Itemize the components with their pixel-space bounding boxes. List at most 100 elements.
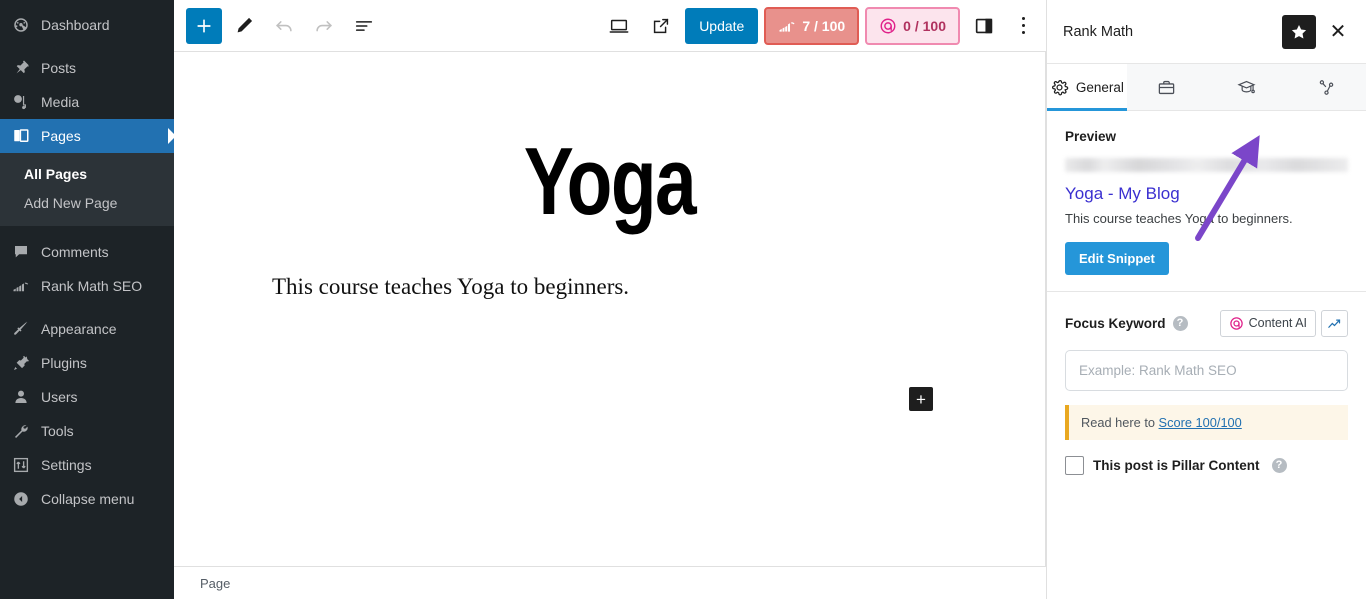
edit-snippet-button[interactable]: Edit Snippet — [1065, 241, 1169, 275]
wp-admin-sidebar: Dashboard Posts Media Pages All Pages Ad… — [0, 0, 174, 599]
editor-canvas[interactable]: Yoga This course teaches Yoga to beginne… — [174, 52, 1046, 566]
tab-schema[interactable] — [1207, 64, 1287, 110]
pages-icon — [11, 126, 31, 146]
pillar-content-row: This post is Pillar Content ? — [1065, 455, 1348, 475]
content-ai-score-badge[interactable]: 0 / 100 — [865, 6, 960, 45]
help-icon[interactable]: ? — [1172, 315, 1188, 331]
sidebar-item-comments[interactable]: Comments — [0, 235, 174, 269]
sidebar-item-media[interactable]: Media — [0, 85, 174, 119]
sidebar-item-posts[interactable]: Posts — [0, 51, 174, 85]
comment-icon — [11, 242, 31, 262]
breadcrumb[interactable]: Page — [200, 576, 230, 591]
sidebar-toggle-icon[interactable] — [966, 8, 1002, 44]
sidebar-item-label: Comments — [41, 244, 109, 260]
sidebar-item-appearance[interactable]: Appearance — [0, 312, 174, 346]
toolbar-left-group — [186, 7, 382, 44]
rank-math-icon — [778, 17, 796, 35]
seo-score-badge[interactable]: 7 / 100 — [764, 6, 860, 45]
submenu-item-add-new-page[interactable]: Add New Page — [0, 189, 174, 218]
star-icon[interactable] — [1282, 14, 1316, 49]
pillar-content-checkbox[interactable] — [1065, 455, 1084, 475]
desktop-preview-icon[interactable] — [601, 8, 637, 44]
panel-header-actions: ✕ — [1282, 14, 1350, 49]
submenu-label: Add New Page — [24, 195, 118, 211]
paragraph-block[interactable]: This course teaches Yoga to beginners. — [174, 274, 1045, 300]
content-ai-button[interactable]: Content AI — [1219, 309, 1316, 337]
focus-keyword-header: Focus Keyword ? Content AI — [1065, 309, 1348, 337]
snippet-description: This course teaches Yoga to beginners. — [1065, 211, 1293, 226]
focus-keyword-label: Focus Keyword — [1065, 315, 1166, 331]
rank-math-panel-body: Preview Yoga - My Blog This course teach… — [1047, 111, 1366, 599]
wrench-icon — [11, 421, 31, 441]
preview-heading: Preview — [1065, 129, 1117, 144]
editor-column: Update 7 / 100 0 / 100 Yoga This course … — [174, 0, 1046, 599]
editor-breadcrumb-bar: Page — [174, 566, 1046, 599]
sidebar-item-label: Media — [41, 94, 80, 110]
sidebar-item-label: Tools — [41, 423, 74, 439]
sidebar-item-rank-math-seo[interactable]: Rank Math SEO — [0, 269, 174, 303]
notice-prefix: Read here to — [1081, 414, 1159, 430]
sidebar-item-label: Rank Math SEO — [41, 278, 143, 294]
tab-social[interactable] — [1127, 64, 1207, 110]
sidebar-item-collapse-menu[interactable]: Collapse menu — [0, 482, 174, 516]
sidebar-item-label: Appearance — [41, 321, 117, 337]
close-icon[interactable]: ✕ — [1326, 20, 1350, 44]
collapse-icon — [11, 489, 31, 509]
external-link-icon[interactable] — [643, 8, 679, 44]
dashboard-icon — [11, 15, 31, 35]
tab-general[interactable]: General — [1047, 64, 1127, 111]
toolbar-right-group: Update 7 / 100 0 / 100 — [601, 6, 1038, 45]
tab-links[interactable] — [1286, 64, 1366, 110]
seo-score-value: 7 / 100 — [802, 17, 846, 34]
briefcase-icon — [1157, 78, 1176, 97]
panel-title: Rank Math — [1063, 23, 1134, 40]
post-title-block[interactable]: Yoga — [270, 134, 949, 230]
editor-toolbar: Update 7 / 100 0 / 100 — [174, 0, 1046, 52]
add-block-icon[interactable] — [186, 7, 222, 44]
help-icon[interactable]: ? — [1271, 457, 1287, 473]
sidebar-item-tools[interactable]: Tools — [0, 414, 174, 448]
undo-icon[interactable] — [266, 8, 302, 44]
trending-up-icon[interactable] — [1321, 309, 1348, 337]
sidebar-separator-3 — [0, 303, 174, 312]
sidebar-item-plugins[interactable]: Plugins — [0, 346, 174, 380]
user-icon — [11, 387, 31, 407]
tab-general-label: General — [1075, 79, 1124, 95]
submenu-item-all-pages[interactable]: All Pages — [0, 160, 174, 189]
redo-icon[interactable] — [306, 8, 342, 44]
sidebar-item-label: Settings — [41, 457, 92, 473]
snippet-title[interactable]: Yoga - My Blog — [1065, 184, 1348, 204]
document-overview-icon[interactable] — [346, 8, 382, 44]
submenu-label: All Pages — [24, 166, 88, 182]
rank-math-icon — [11, 276, 31, 296]
media-icon — [11, 92, 31, 112]
score-notice: Read here to Score 100/100 — [1065, 404, 1348, 440]
content-ai-icon — [1229, 316, 1244, 331]
sliders-icon — [11, 455, 31, 475]
score-100-link[interactable]: Score 100/100 — [1159, 415, 1242, 430]
sidebar-item-label: Collapse menu — [41, 491, 135, 507]
sidebar-item-label: Users — [41, 389, 78, 405]
gear-icon — [1050, 78, 1069, 97]
sidebar-item-label: Dashboard — [41, 17, 110, 33]
brush-icon — [11, 319, 31, 339]
rank-math-panel: Rank Math ✕ General Preview Yoga - My Bl… — [1046, 0, 1366, 599]
edit-pencil-icon[interactable] — [226, 8, 262, 44]
sidebar-item-pages[interactable]: Pages — [0, 119, 174, 153]
sidebar-item-users[interactable]: Users — [0, 380, 174, 414]
content-ai-score-value: 0 / 100 — [903, 17, 946, 34]
snippet-url-blurred — [1065, 158, 1348, 172]
sidebar-item-settings[interactable]: Settings — [0, 448, 174, 482]
update-button[interactable]: Update — [685, 7, 759, 44]
content-ai-label: Content AI — [1248, 316, 1307, 331]
sidebar-item-dashboard[interactable]: Dashboard — [0, 8, 174, 42]
content-ai-icon — [879, 17, 897, 35]
sidebar-item-label: Pages — [41, 128, 81, 144]
sidebar-separator-2 — [0, 226, 174, 235]
inline-add-block-button[interactable]: + — [909, 387, 933, 411]
share-nodes-icon — [1317, 78, 1336, 97]
focus-keyword-actions: Content AI — [1219, 309, 1348, 337]
focus-keyword-input[interactable] — [1065, 349, 1348, 391]
kebab-menu-icon[interactable] — [1008, 8, 1038, 44]
pin-icon — [11, 58, 31, 78]
